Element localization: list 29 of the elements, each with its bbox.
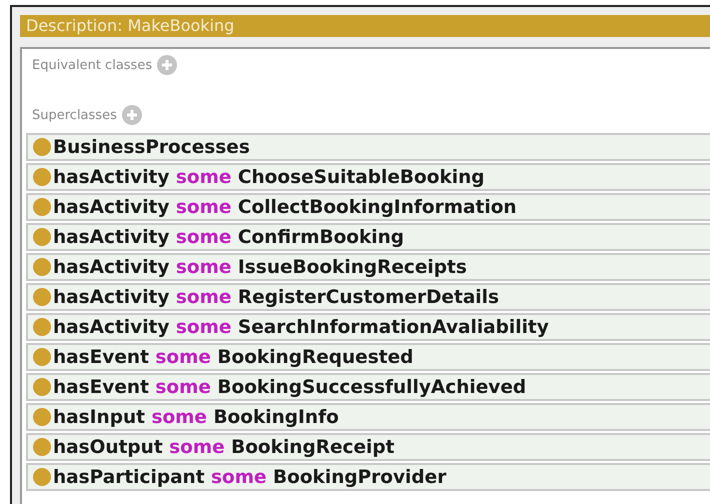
class-icon (33, 198, 51, 216)
superclass-row[interactable]: hasParticipant some BookingProvider (26, 463, 710, 491)
superclass-row[interactable]: hasActivity some RegisterCustomerDetails (26, 283, 710, 311)
superclass-row[interactable]: hasEvent some BookingSuccessfullyAchieved (26, 373, 710, 401)
class-icon (33, 408, 51, 426)
superclass-row[interactable]: hasOutput some BookingReceipt (26, 433, 710, 461)
superclass-row[interactable]: hasActivity some ConfirmBooking (26, 223, 710, 251)
section-label: Equivalent classes (32, 58, 152, 72)
superclass-row[interactable]: hasInput some BookingInfo (26, 403, 710, 431)
class-icon (33, 438, 51, 456)
superclass-row[interactable]: BusinessProcesses (26, 133, 710, 161)
class-icon (33, 378, 51, 396)
class-icon (33, 288, 51, 306)
class-icon (33, 348, 51, 366)
superclass-row[interactable]: hasActivity some IssueBookingReceipts (26, 253, 710, 281)
window-title: Description: MakeBooking (20, 15, 710, 37)
class-icon (33, 258, 51, 276)
superclass-row[interactable]: hasEvent some BookingRequested (26, 343, 710, 371)
superclass-row[interactable]: hasActivity some ChooseSuitableBooking (26, 163, 710, 191)
class-icon (33, 228, 51, 246)
superclass-row[interactable]: hasActivity some CollectBookingInformation (26, 193, 710, 221)
class-icon (33, 468, 51, 486)
add-icon[interactable] (122, 105, 142, 125)
class-icon (33, 168, 51, 186)
add-icon[interactable] (157, 55, 178, 75)
class-icon (33, 138, 51, 156)
section-label: Superclasses (32, 108, 117, 122)
class-icon (33, 318, 51, 336)
superclass-row[interactable]: hasActivity some SearchInformationAvaliability (26, 313, 710, 341)
